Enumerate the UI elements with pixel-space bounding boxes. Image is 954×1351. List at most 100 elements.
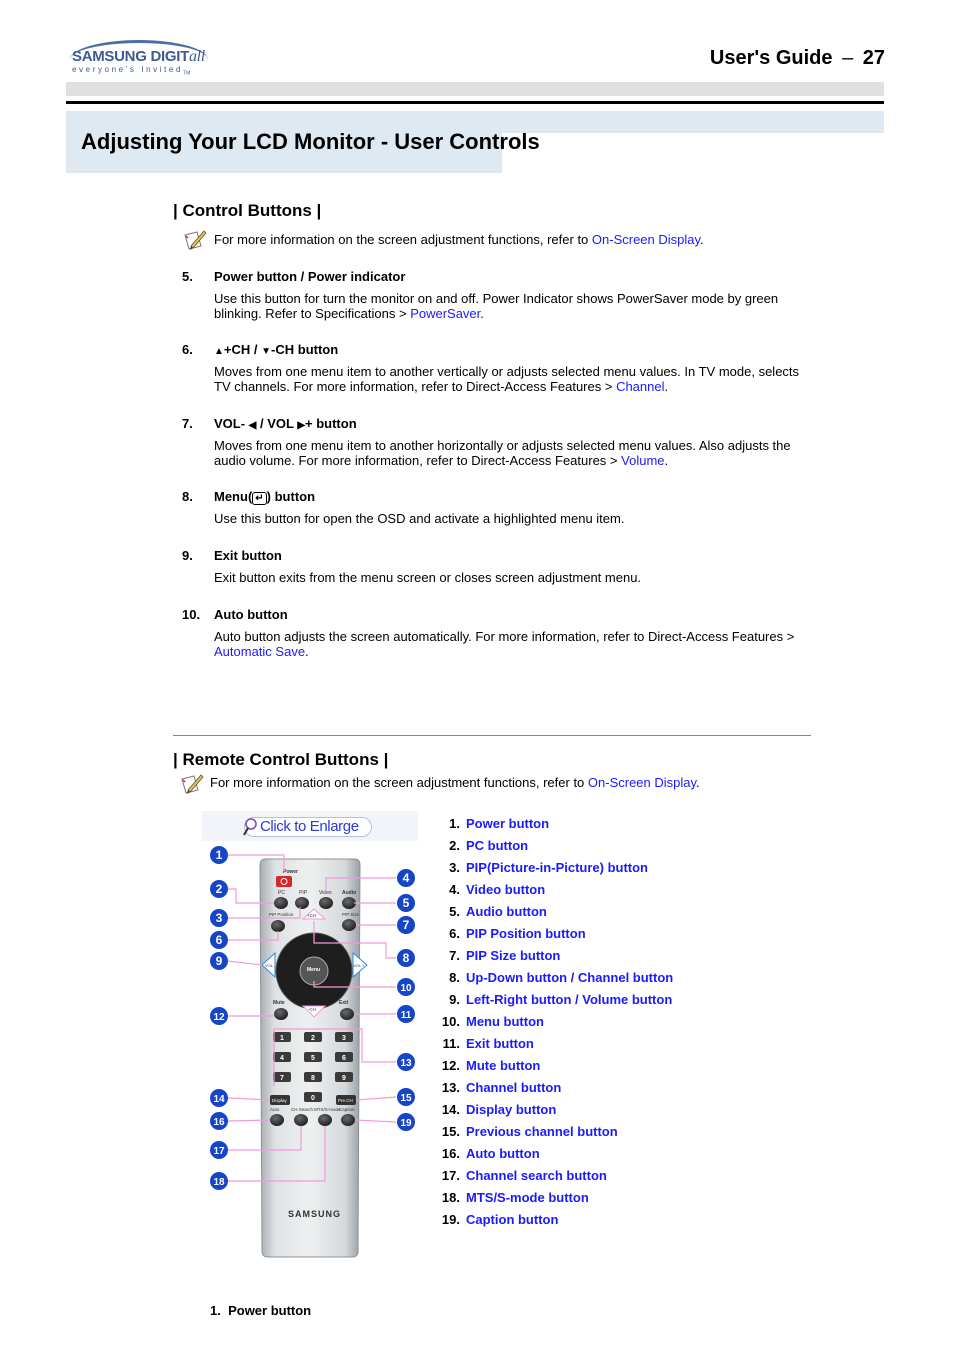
- item-body-exit: Exit button exits from the menu screen o…: [214, 570, 642, 585]
- remote-list-number: 5.: [449, 904, 460, 919]
- guide-title-text: User's Guide: [709, 47, 833, 69]
- triangle-right-icon: ▶: [297, 420, 306, 431]
- prech-text: Pre.CH: [338, 1098, 353, 1103]
- heading-text: + button: [305, 416, 357, 431]
- control-note-text: For more information on the screen adjus…: [214, 232, 592, 247]
- remote-list-link[interactable]: PC button: [466, 838, 528, 853]
- item-body-text: Auto button adjusts the screen automatic…: [214, 629, 795, 644]
- remote-power-button: [276, 876, 292, 887]
- remote-digit-label: 8: [311, 1075, 315, 1082]
- item-heading-auto: Auto button: [214, 607, 288, 622]
- callout-number: 15: [400, 1093, 412, 1104]
- on-screen-display-link[interactable]: On-Screen Display: [592, 232, 700, 247]
- remote-mts-button: [318, 1114, 332, 1126]
- remote-list-link[interactable]: Video button: [466, 882, 545, 897]
- remote-list-link[interactable]: Menu button: [466, 1014, 544, 1029]
- remote-control-image[interactable]: Click to Enlarge Power PC PIP Video Audi…: [202, 811, 418, 1261]
- remote-audio-button: [342, 897, 356, 909]
- remote-digit-label: 6: [342, 1055, 346, 1062]
- pc-text: PC: [278, 890, 285, 896]
- channel-link[interactable]: Channel: [616, 379, 664, 394]
- heading-text: Menu(: [214, 489, 253, 504]
- triangle-down-icon: ▼: [261, 346, 272, 357]
- remote-digit-label: 7: [280, 1075, 284, 1082]
- heading-text: +CH /: [223, 342, 262, 357]
- remote-mute-button: [274, 1008, 288, 1020]
- remote-list-link[interactable]: Channel button: [466, 1080, 561, 1095]
- remote-pip-button: [295, 897, 309, 909]
- volume-link[interactable]: Volume: [621, 453, 664, 468]
- callout-number: 12: [213, 1012, 225, 1023]
- item-number: 8.: [182, 489, 193, 504]
- item-body-text: Moves from one menu item to another hori…: [214, 438, 791, 468]
- item-body-suffix: .: [305, 644, 309, 659]
- item-heading-menu: Menu(↵) button: [214, 489, 315, 505]
- item-body-suffix: .: [664, 453, 669, 468]
- on-screen-display-link[interactable]: On-Screen Display: [588, 775, 696, 790]
- remote-list-number: 10.: [441, 1014, 460, 1029]
- remote-list-link[interactable]: PIP Position button: [466, 926, 586, 941]
- callout-number: 17: [213, 1146, 225, 1157]
- remote-digit-label: 2: [311, 1035, 315, 1042]
- remote-list-link[interactable]: Left-Right button / Volume button: [466, 992, 672, 1007]
- remote-list-link[interactable]: PIP Size button: [466, 948, 560, 963]
- triangle-up-icon: ▲: [214, 346, 224, 357]
- remote-list-link[interactable]: Auto button: [466, 1146, 540, 1161]
- item-number: 6.: [182, 342, 193, 357]
- item-number: 10.: [182, 607, 201, 622]
- control-note: For more information on the screen adjus…: [214, 232, 704, 247]
- powersaver-link[interactable]: PowerSaver: [410, 306, 480, 321]
- remote-list-number: 9.: [449, 992, 460, 1007]
- pip-size-text: PIP Size: [342, 912, 360, 917]
- callout-number: 6: [216, 933, 223, 947]
- remote-pip-size-button: [342, 919, 356, 931]
- vol-minus-text: VOL -: [265, 963, 276, 968]
- item-body-menu: Use this button for open the OSD and act…: [214, 511, 625, 526]
- remote-list-link[interactable]: Previous channel button: [466, 1124, 618, 1139]
- display-text: Display: [272, 1098, 288, 1103]
- remote-list-link[interactable]: Power button: [466, 816, 549, 831]
- bottom-item-number: 1.: [210, 1303, 221, 1318]
- remote-list-number: 14.: [441, 1102, 460, 1117]
- remote-list-link[interactable]: Up-Down button / Channel button: [466, 970, 673, 985]
- title-band-right: [500, 111, 884, 133]
- remote-list-link[interactable]: Exit button: [466, 1036, 534, 1051]
- logo-tagline-text: everyone's Invited: [72, 65, 184, 74]
- remote-list-link[interactable]: Display button: [466, 1102, 556, 1117]
- callout-number: 10: [400, 983, 412, 994]
- samsung-logo: SAMSUNG DIGITall everyone's InvitedTM: [68, 40, 213, 77]
- note-pencil-icon: [184, 230, 207, 250]
- item-body-text: Use this button for turn the monitor on …: [214, 291, 779, 321]
- page-number: 27: [862, 47, 885, 69]
- remote-list-link[interactable]: MTS/S-mode button: [466, 1190, 589, 1205]
- automatic-save-link[interactable]: Automatic Save: [214, 644, 305, 659]
- remote-list-link[interactable]: PIP(Picture-in-Picture) button: [466, 860, 648, 875]
- control-note-suffix: .: [700, 232, 704, 247]
- remote-pip-position-button: [271, 920, 285, 932]
- remote-list-link[interactable]: Caption button: [466, 1212, 558, 1227]
- remote-auto-button: [270, 1114, 284, 1126]
- logo-brand-text: SAMSUNG DIGIT: [72, 48, 189, 65]
- bottom-power-heading: 1. Power button: [210, 1303, 311, 1318]
- power-text: Power: [283, 869, 298, 875]
- logo-brand: SAMSUNG DIGITall: [72, 48, 205, 66]
- remote-digit-label: 4: [280, 1055, 284, 1062]
- remote-list-link[interactable]: Audio button: [466, 904, 547, 919]
- callout-number: 11: [401, 1010, 412, 1021]
- heading-text: ) button: [266, 489, 316, 504]
- callout-number: 14: [213, 1094, 225, 1105]
- remote-list-number: 6.: [449, 926, 460, 941]
- auto-text: Auto: [270, 1107, 280, 1112]
- remote-list-link[interactable]: Mute button: [466, 1058, 540, 1073]
- item-number: 7.: [182, 416, 193, 431]
- remote-list-link[interactable]: Channel search button: [466, 1168, 607, 1183]
- remote-caption-button: [341, 1114, 355, 1126]
- remote-brand-text: SAMSUNG: [288, 1209, 341, 1219]
- guide-title: User's Guide – 27: [710, 47, 885, 70]
- callout-number: 1: [216, 848, 223, 862]
- item-body-text: Moves from one menu item to another vert…: [214, 364, 800, 394]
- item-body-volume: Moves from one menu item to another hori…: [214, 438, 814, 468]
- pip-text: PIP: [299, 890, 308, 896]
- ch-down-text: -CH: [308, 1007, 316, 1012]
- remote-list-number: 11.: [442, 1036, 460, 1051]
